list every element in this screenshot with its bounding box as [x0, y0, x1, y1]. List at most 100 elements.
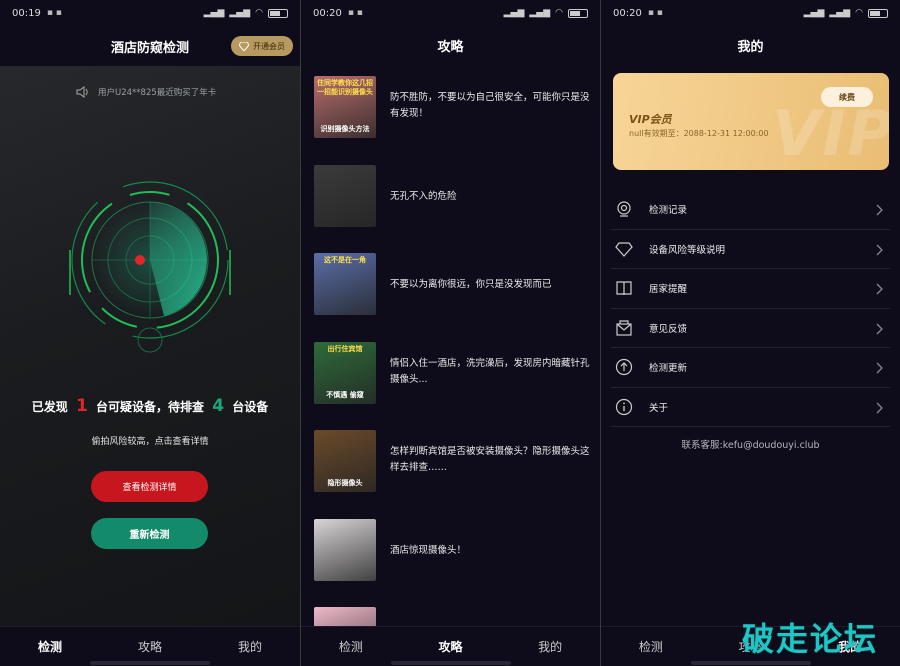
signal-icon: ▂▄▆ — [203, 8, 225, 18]
status-notification-icons: ▪ ▪ — [647, 8, 663, 18]
tab-mine[interactable]: 我的 — [200, 627, 300, 666]
article-item[interactable]: 住同学教你这几招一招能识别摄像头 识别摄像头方法 防不胜防，不要以为自己很安全，可能… — [301, 66, 600, 155]
status-time: 00:20 — [313, 7, 342, 19]
open-vip-button[interactable]: 开通会员 — [231, 36, 293, 56]
article-title: 情侣入住一酒店，洗完澡后，发现房内暗藏针孔摄像头... — [390, 357, 590, 385]
home-indicator — [391, 661, 511, 665]
article-item[interactable]: 隐形摄像头 怎样判断宾馆是否被安装摄像头？隐形摄像头这样去排查…… — [301, 420, 600, 509]
home-indicator — [90, 661, 210, 665]
thumbnail-caption: 这不是在一角 — [324, 256, 366, 264]
tab-detect[interactable]: 检测 — [301, 627, 401, 666]
upload-icon — [615, 358, 633, 376]
wifi-icon: ◠ — [255, 8, 263, 18]
wifi-icon: ◠ — [555, 8, 563, 18]
thumbnail-caption: 不慎遇 偷窥 — [326, 390, 364, 399]
diamond-icon — [615, 240, 633, 258]
tab-bar: 检测 攻略 我的 — [0, 626, 300, 666]
article-item[interactable]: 这不是在一角不要以为离你很远，你只是没发现而已 — [301, 243, 600, 332]
chevron-right-icon — [874, 281, 884, 295]
tab-detect[interactable]: 检测 — [0, 627, 100, 666]
signal-icon: ▂▄▆ — [829, 8, 851, 18]
article-item[interactable]: 无孔不入的危险 — [301, 155, 600, 244]
menu-item[interactable]: 设备风险等级说明 — [611, 230, 890, 269]
menu-item[interactable]: 检测更新 — [611, 348, 890, 388]
thumbnail-caption: 隐形摄像头 — [327, 479, 363, 487]
info-icon — [615, 398, 633, 416]
article-thumbnail: 隐形摄像头 — [314, 430, 376, 492]
menu-item-label: 居家提醒 — [649, 284, 688, 296]
article-title: 酒店惊现摄像头！ — [390, 544, 467, 556]
suspicious-device-dot — [135, 255, 145, 265]
settings-menu: 检测记录设备风险等级说明 居家提醒意见反馈检测更新关于 — [611, 190, 890, 427]
signal-icon: ▂▄▆ — [503, 8, 525, 18]
menu-item[interactable]: 关于 — [611, 388, 890, 427]
article-title: 无孔不入的危险 — [390, 190, 457, 202]
contact-info: 联系客服:kefu@doudouyi.club — [681, 440, 820, 451]
menu-item[interactable]: 意见反馈 — [611, 309, 890, 348]
article-title: 不要以为离你很远，你只是没发现而已 — [390, 279, 552, 290]
tab-bar: 检测 攻略 我的 — [301, 626, 600, 666]
article-thumbnail: 住同学教你这几招一招能识别摄像头 识别摄像头方法 — [314, 76, 376, 138]
tab-mine[interactable]: 我的 — [500, 627, 600, 666]
menu-item-label: 意见反馈 — [649, 323, 688, 335]
article-title: 怎样判断宾馆是否被安装摄像头？隐形摄像头这样去排查…… — [390, 446, 590, 473]
chevron-right-icon — [874, 242, 884, 256]
article-item[interactable]: 酒店惊现摄像头！ — [301, 509, 600, 598]
battery-icon — [568, 8, 588, 18]
signal-icon: ▂▄▆ — [529, 8, 551, 18]
menu-item-label: 关于 — [649, 402, 669, 414]
summary-middle: 台可疑设备，待排查 — [95, 400, 204, 414]
status-time: 00:20 — [613, 7, 642, 19]
vip-watermark: VIP — [772, 97, 890, 170]
guides-screen: 00:20 ▪ ▪ ▂▄▆ ▂▄▆ ◠ 攻略 住同学教你这几招一招能识别摄像头识… — [300, 0, 600, 666]
detection-summary: 已发现 1 台可疑设备，待排查 4 台设备 — [0, 396, 300, 416]
menu-item[interactable]: 检测记录 — [611, 190, 890, 230]
pending-count: 4 — [212, 396, 225, 416]
renew-button[interactable]: 续费 — [821, 87, 873, 107]
notice-text: 用户U24**825最近购买了年卡 — [98, 88, 217, 98]
suspicious-count: 1 — [75, 396, 88, 416]
vip-expiry: null有效期至：2088-12-31 12:00:00 — [629, 129, 769, 138]
tab-detect[interactable]: 检测 — [601, 627, 701, 666]
forum-watermark: 破走论坛 — [741, 620, 878, 658]
menu-item-label: 检测记录 — [649, 205, 688, 217]
chevron-right-icon — [874, 321, 884, 335]
article-thumbnail — [314, 607, 376, 626]
recheck-button[interactable]: 重新检测 — [91, 518, 208, 549]
status-time: 00:19 — [12, 7, 41, 19]
menu-item[interactable]: 居家提醒 — [611, 269, 890, 309]
chevron-right-icon — [874, 360, 884, 374]
chevron-right-icon — [874, 400, 884, 414]
purchase-notice: 用户U24**825最近购买了年卡 — [76, 86, 216, 98]
article-list: 住同学教你这几招一招能识别摄像头 识别摄像头方法 防不胜防，不要以为自己很安全，可能… — [301, 66, 600, 626]
page-title: 攻略 — [437, 39, 464, 55]
webcam-icon — [615, 200, 633, 218]
risk-text[interactable]: 偷拍风险较高，点击查看详情 — [0, 434, 300, 447]
article-item[interactable] — [301, 597, 600, 626]
view-details-button[interactable]: 查看检测详情 — [91, 471, 208, 502]
status-right-icons: ▂▄▆ ▂▄▆ ◠ — [204, 8, 288, 18]
chevron-right-icon — [874, 202, 884, 216]
book-icon — [615, 279, 633, 297]
mail-icon — [615, 319, 633, 337]
article-item[interactable]: 出行住宾馆 不慎遇 偷窥 情侣入住一酒店，洗完澡后，发现房内暗藏针孔摄像头... — [301, 332, 600, 421]
status-right-icons: ▂▄▆ ▂▄▆ ◠ — [504, 8, 588, 18]
summary-prefix: 已发现 — [31, 400, 68, 414]
article-thumbnail: 这不是在一角 — [314, 253, 376, 315]
radar-graphic — [69, 181, 231, 353]
status-notification-icons: ▪ ▪ — [46, 8, 62, 18]
status-bar: 00:20 ▪ ▪ ▂▄▆ ▂▄▆ ◠ — [301, 0, 600, 26]
article-thumbnail: 出行住宾馆不慎遇 偷窥 — [314, 341, 376, 404]
thumbnail-caption: 出行住宾馆 — [327, 344, 363, 353]
article-title: 防不胜防，不要以为自己很安全，可能你只是没有发现！ — [390, 92, 590, 119]
thumbnail-caption: 识别摄像头方法 — [320, 125, 370, 133]
vip-title: VIP会员 — [629, 113, 672, 126]
summary-suffix: 台设备 — [232, 400, 269, 414]
article-thumbnail — [314, 518, 376, 581]
open-vip-label: 开通会员 — [253, 41, 285, 51]
article-thumbnail — [314, 164, 376, 227]
signal-icon: ▂▄▆ — [803, 8, 825, 18]
detect-screen: 00:19 ▪ ▪ ▂▄▆ ▂▄▆ ◠ 酒店防窥检测 开通会员 用户U24**8… — [0, 0, 300, 666]
status-notification-icons: ▪ ▪ — [347, 8, 363, 18]
menu-item-label: 设备风险等级说明 — [649, 244, 726, 256]
